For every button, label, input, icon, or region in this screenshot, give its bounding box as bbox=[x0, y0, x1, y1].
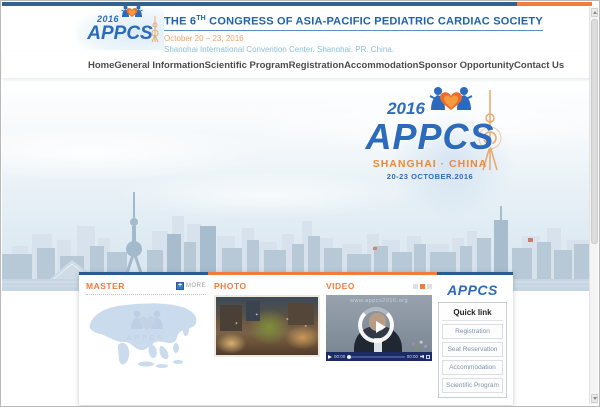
play-icon bbox=[376, 321, 386, 333]
divider bbox=[86, 294, 206, 295]
nav-item-registration[interactable]: Registration bbox=[289, 60, 344, 71]
nav-item-home[interactable]: Home bbox=[88, 60, 114, 71]
fullscreen-icon[interactable] bbox=[426, 355, 430, 359]
nav-item-sponsor-opportunity[interactable]: Sponsor Opportunity bbox=[419, 60, 515, 71]
svg-text:APPCS: APPCS bbox=[127, 335, 166, 342]
panel-accent-border bbox=[79, 272, 513, 275]
hero-logo-name: APPCS bbox=[345, 119, 515, 155]
sidebar-logo: APPCS bbox=[438, 280, 507, 302]
site-title: THE 6TH CONGRESS OF ASIA-PACIFIC PEDIATR… bbox=[164, 15, 543, 31]
quick-link-registration[interactable]: Registration bbox=[442, 324, 503, 339]
people-heart-icon bbox=[429, 86, 473, 119]
nav-item-accommodation[interactable]: Accommodation bbox=[344, 60, 418, 71]
hero-logo: 2016 APPCS SHANGHAI · CHINA 20- bbox=[345, 86, 515, 181]
progress-handle[interactable] bbox=[347, 355, 351, 359]
control-play-icon[interactable] bbox=[328, 355, 332, 359]
pager-dot[interactable] bbox=[427, 284, 432, 289]
nav-item-general-information[interactable]: General Information bbox=[114, 60, 204, 71]
volume-icon[interactable] bbox=[420, 355, 424, 359]
quick-link-scientific-program[interactable]: Scientific Program bbox=[442, 378, 503, 393]
flowers-decoration bbox=[408, 338, 430, 352]
map-watermark-logo: APPCS bbox=[86, 308, 206, 349]
plus-icon: + bbox=[176, 282, 184, 290]
browser-page: 2016 APPCS bbox=[0, 0, 600, 407]
video-pager bbox=[413, 284, 432, 289]
master-more-button[interactable]: + MORE bbox=[176, 282, 206, 290]
asia-map[interactable]: APPCS bbox=[86, 298, 206, 370]
video-time-current: 00:00 bbox=[334, 354, 345, 359]
scroll-up-button[interactable] bbox=[591, 8, 598, 17]
master-section: MASTER + MORE bbox=[86, 280, 214, 398]
quick-link-seat-reservation[interactable]: Seat Reservation bbox=[442, 342, 503, 357]
photo-section: PHOTO bbox=[214, 280, 326, 398]
nav-item-contact-us[interactable]: Contact Us bbox=[514, 60, 564, 71]
nav-item-scientific-program[interactable]: Scientific Program bbox=[205, 60, 289, 71]
quick-link-box: Quick link Registration Seat Reservation… bbox=[438, 302, 507, 398]
site-logo[interactable]: 2016 APPCS bbox=[76, 8, 164, 50]
congress-dates: October 20 – 23, 2016 bbox=[164, 34, 564, 43]
master-title: MASTER bbox=[86, 281, 125, 291]
main-nav: Home General Information Scientific Prog… bbox=[2, 52, 591, 78]
people-heart-icon bbox=[121, 5, 143, 24]
hero-banner: 2016 APPCS SHANGHAI · CHINA 20- bbox=[2, 78, 591, 291]
site-header: 2016 APPCS bbox=[2, 6, 591, 52]
vertical-scrollbar[interactable] bbox=[589, 7, 598, 404]
video-controls: 00:00 00:00 bbox=[326, 352, 432, 361]
quick-link-sidebar: APPCS Quick link Registration Seat Reser… bbox=[438, 280, 507, 398]
photo-title: PHOTO bbox=[214, 281, 247, 291]
photo-thumbnail[interactable] bbox=[214, 295, 320, 357]
content-panel: MASTER + MORE bbox=[79, 272, 513, 405]
play-button[interactable] bbox=[358, 307, 394, 343]
video-time-total: 00:00 bbox=[407, 354, 418, 359]
video-title: VIDEO bbox=[326, 281, 355, 291]
scrollbar-thumb[interactable] bbox=[591, 19, 598, 244]
hero-dates: 20-23 OCTOBER.2016 bbox=[345, 172, 515, 181]
quick-link-title: Quick link bbox=[442, 306, 503, 321]
video-player[interactable]: www.appcs2016.org 00:00 00:00 bbox=[326, 295, 432, 361]
video-section: VIDEO www.appcs2016.org bbox=[326, 280, 438, 398]
scroll-down-button[interactable] bbox=[591, 394, 598, 403]
pearl-tower-icon bbox=[150, 16, 160, 49]
pager-dot[interactable] bbox=[413, 284, 418, 289]
video-overlay-url: www.appcs2016.org bbox=[326, 298, 432, 304]
video-progress-bar[interactable] bbox=[347, 356, 404, 358]
hero-location: SHANGHAI · CHINA bbox=[345, 158, 515, 170]
pager-dot-active[interactable] bbox=[420, 284, 425, 289]
quick-link-accommodation[interactable]: Accommodation bbox=[442, 360, 503, 375]
